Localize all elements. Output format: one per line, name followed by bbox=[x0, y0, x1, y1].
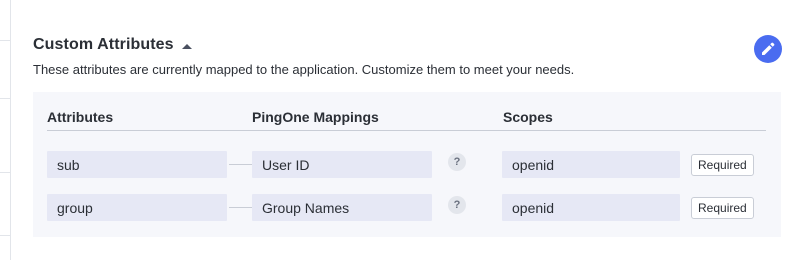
rail-divider bbox=[0, 235, 10, 236]
edit-button[interactable] bbox=[754, 35, 782, 63]
mapping-connector bbox=[229, 164, 252, 165]
header-divider bbox=[47, 130, 766, 131]
attribute-field[interactable]: group bbox=[47, 194, 227, 221]
mapping-field[interactable]: User ID bbox=[252, 151, 432, 178]
scope-field[interactable]: openid bbox=[502, 151, 680, 178]
help-icon[interactable]: ? bbox=[448, 153, 466, 171]
column-header-scopes: Scopes bbox=[503, 109, 553, 125]
section-header: Custom Attributes bbox=[33, 36, 192, 54]
help-icon[interactable]: ? bbox=[448, 196, 466, 214]
rail-divider bbox=[0, 98, 10, 99]
custom-attributes-page: Custom Attributes These attributes are c… bbox=[0, 0, 802, 260]
section-description: These attributes are currently mapped to… bbox=[33, 62, 575, 77]
scope-field[interactable]: openid bbox=[502, 194, 680, 221]
required-badge: Required bbox=[691, 154, 754, 176]
required-badge: Required bbox=[691, 197, 754, 219]
mapping-field[interactable]: Group Names bbox=[252, 194, 432, 221]
section-title: Custom Attributes bbox=[33, 36, 174, 53]
pencil-icon bbox=[762, 42, 775, 55]
left-rail bbox=[0, 0, 11, 260]
rail-divider bbox=[0, 40, 10, 41]
mapping-connector bbox=[229, 207, 252, 208]
attribute-field[interactable]: sub bbox=[47, 151, 227, 178]
rail-divider bbox=[0, 172, 10, 173]
caret-up-icon[interactable] bbox=[181, 43, 192, 49]
column-header-attributes: Attributes bbox=[47, 109, 114, 125]
column-header-pingone-mappings: PingOne Mappings bbox=[252, 109, 379, 125]
